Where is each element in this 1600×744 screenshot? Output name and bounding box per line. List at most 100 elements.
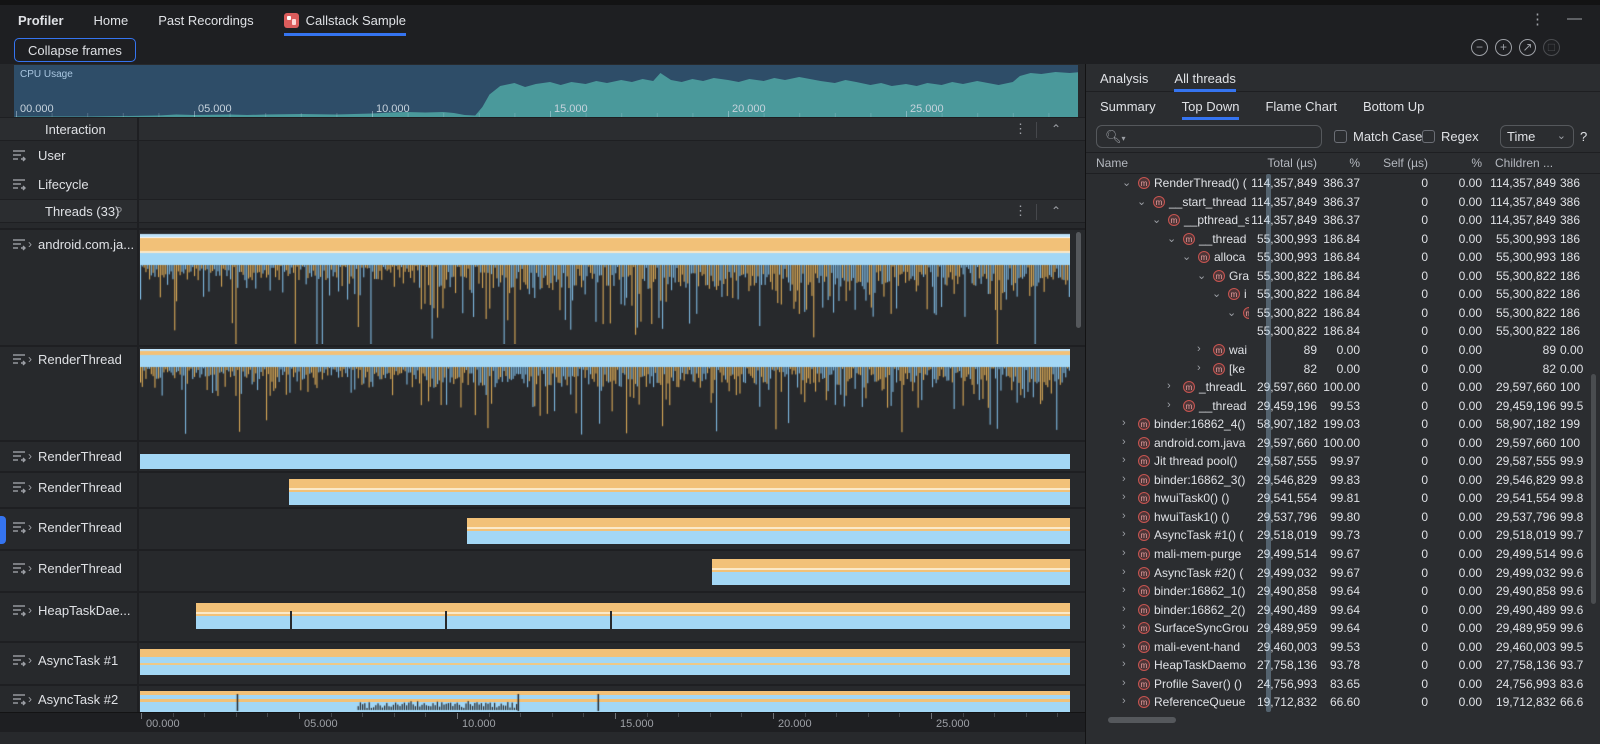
chevron-right-icon[interactable]: › <box>1122 510 1126 522</box>
chevron-right-icon[interactable]: › <box>28 692 32 706</box>
table-row[interactable]: ›mAsyncTask #2() (29,499,03299.6700.0029… <box>1086 564 1600 583</box>
col-total-pct[interactable]: % <box>1349 156 1360 170</box>
zoom-out-button[interactable]: − <box>1471 39 1488 56</box>
thread-activity-track[interactable] <box>140 232 1070 344</box>
match-case-checkbox[interactable] <box>1334 130 1347 143</box>
thread-state-bar[interactable] <box>289 479 1070 505</box>
chevron-right-icon[interactable]: › <box>1122 584 1126 596</box>
col-name[interactable]: Name <box>1096 156 1128 170</box>
collapse-frames-button[interactable]: Collapse frames <box>14 38 136 62</box>
chevron-right-icon[interactable]: › <box>1122 436 1126 448</box>
thread-state-bar[interactable] <box>712 559 1070 585</box>
table-row[interactable]: ›mwai890.0000.00890.00 <box>1086 341 1600 360</box>
kebab-menu-icon[interactable]: ⋮ <box>1014 203 1027 219</box>
left-vertical-scrollbar[interactable] <box>1076 232 1081 328</box>
table-row[interactable]: ›mJit thread pool()29,587,55599.9700.002… <box>1086 452 1600 471</box>
tab-past-recordings[interactable]: Past Recordings <box>158 5 253 36</box>
table-row[interactable]: ›mmali-event-hand29,460,00399.5300.0029,… <box>1086 638 1600 657</box>
filter-dropdown[interactable]: Time ⌄ <box>1500 125 1574 148</box>
table-row[interactable]: 55,300,822186.8400.0055,300,822186 <box>1086 322 1600 341</box>
subtab-top-down[interactable]: Top Down <box>1182 92 1240 120</box>
chevron-right-icon[interactable]: › <box>1167 399 1171 411</box>
thread-row-renderthread[interactable]: ›RenderThread <box>0 345 1085 440</box>
interaction-section-header[interactable]: Interaction ⋮ ⌃ <box>0 117 1085 141</box>
chevron-right-icon[interactable]: › <box>1167 380 1171 392</box>
chevron-down-icon[interactable]: ⌄ <box>1182 250 1191 263</box>
table-row[interactable]: ›mSurfaceSyncGrou29,489,95999.6400.0029,… <box>1086 619 1600 638</box>
thread-row-renderthread[interactable]: ›RenderThread <box>0 471 1085 507</box>
chevron-right-icon[interactable]: › <box>28 480 32 494</box>
table-row[interactable]: ⌄mi55,300,822186.8400.0055,300,822186 <box>1086 285 1600 304</box>
chevron-down-icon[interactable]: ⌄ <box>1137 195 1146 208</box>
tab-analysis[interactable]: Analysis <box>1100 64 1148 92</box>
table-row[interactable]: ›mbinder:16862_3()29,546,82999.8300.0029… <box>1086 471 1600 490</box>
chevron-right-icon[interactable]: › <box>1122 695 1126 707</box>
thread-state-bar[interactable] <box>196 603 1070 629</box>
table-row[interactable]: ⌄m__pthread_s114,357,849386.3700.00114,3… <box>1086 211 1600 230</box>
chevron-right-icon[interactable]: › <box>1122 528 1126 540</box>
regex-checkbox[interactable] <box>1422 130 1435 143</box>
tab-all-threads[interactable]: All threads <box>1174 64 1235 92</box>
collapse-section-icon[interactable]: ⌃ <box>1051 204 1061 218</box>
interaction-row-lifecycle[interactable]: Lifecycle <box>0 171 1085 200</box>
chevron-right-icon[interactable]: › <box>28 352 32 366</box>
chevron-right-icon[interactable]: › <box>28 603 32 617</box>
thread-row-renderthread[interactable]: ›RenderThread <box>0 549 1085 591</box>
chevron-right-icon[interactable]: › <box>28 237 32 251</box>
chevron-down-icon[interactable]: ⌄ <box>1167 232 1176 245</box>
chevron-right-icon[interactable]: › <box>1122 491 1126 503</box>
table-row[interactable]: ›mbinder:16862_2()29,490,48999.6400.0029… <box>1086 601 1600 620</box>
thread-row-heaptaskdae-[interactable]: ›HeapTaskDae... <box>0 591 1085 641</box>
table-row[interactable]: ⌄malloca55,300,993186.8400.0055,300,9931… <box>1086 248 1600 267</box>
chevron-right-icon[interactable]: › <box>1122 640 1126 652</box>
thread-state-bar[interactable] <box>140 649 1070 675</box>
subtab-summary[interactable]: Summary <box>1100 92 1156 120</box>
table-row[interactable]: ›mbinder:16862_4()58,907,182199.0300.005… <box>1086 415 1600 434</box>
chevron-right-icon[interactable]: › <box>1122 603 1126 615</box>
chevron-right-icon[interactable]: › <box>1122 566 1126 578</box>
table-row[interactable]: ›mReferenceQueue19,712,83266.6000.0019,7… <box>1086 693 1600 712</box>
chevron-down-icon[interactable]: ⌄ <box>1122 176 1131 189</box>
threads-section-header[interactable]: Threads (33) ? ⋮ ⌃ <box>0 199 1085 223</box>
thread-row-renderthread[interactable]: ›RenderThread <box>0 440 1085 471</box>
horizontal-scrollbar[interactable] <box>1108 717 1176 723</box>
table-row[interactable]: ›m__thread29,459,19699.5300.0029,459,196… <box>1086 397 1600 416</box>
kebab-menu-icon[interactable]: ⋮ <box>1530 10 1545 28</box>
table-row[interactable]: ⌄m__start_thread114,357,849386.3700.0011… <box>1086 193 1600 212</box>
chevron-down-icon[interactable]: ⌄ <box>1212 287 1221 300</box>
tab-home[interactable]: Home <box>94 5 129 36</box>
table-row[interactable]: ›mmali-mem-purge29,499,51499.6700.0029,4… <box>1086 545 1600 564</box>
chevron-right-icon[interactable]: › <box>1122 621 1126 633</box>
table-row[interactable]: ⌄m__thread55,300,993186.8400.0055,300,99… <box>1086 230 1600 249</box>
chevron-right-icon[interactable]: › <box>28 653 32 667</box>
cpu-usage-chart[interactable]: CPU Usage 00.00005.00010.00015.00020.000… <box>14 65 1078 117</box>
subtab-flame-chart[interactable]: Flame Chart <box>1265 92 1337 120</box>
zoom-in-button[interactable]: + <box>1495 39 1512 56</box>
chevron-right-icon[interactable]: › <box>1197 343 1201 355</box>
chevron-right-icon[interactable]: › <box>1122 473 1126 485</box>
match-case-label[interactable]: Match Case <box>1353 129 1422 144</box>
table-row[interactable]: ›mbinder:16862_1()29,490,85899.6400.0029… <box>1086 582 1600 601</box>
chevron-right-icon[interactable]: › <box>28 520 32 534</box>
col-self[interactable]: Self (µs) <box>1383 156 1428 170</box>
table-row[interactable]: ›m_threadL29,597,660100.0000.0029,597,66… <box>1086 378 1600 397</box>
right-vertical-scrollbar[interactable] <box>1591 374 1596 604</box>
chevron-right-icon[interactable]: › <box>1122 417 1126 429</box>
thread-state-bar[interactable] <box>467 518 1070 544</box>
help-icon[interactable]: ? <box>1580 129 1587 144</box>
chevron-down-icon[interactable]: ⌄ <box>1197 269 1206 282</box>
table-row[interactable]: ›mHeapTaskDaemo27,758,13693.7800.0027,75… <box>1086 656 1600 675</box>
collapse-section-icon[interactable]: ⌃ <box>1051 122 1061 136</box>
thread-state-bar[interactable] <box>140 691 1070 712</box>
table-row[interactable]: ›mAsyncTask #1() (29,518,01999.7300.0029… <box>1086 526 1600 545</box>
reset-zoom-button[interactable]: ↗ <box>1519 39 1536 56</box>
tab-callstack-sample[interactable]: Callstack Sample <box>284 5 406 36</box>
table-row[interactable]: ⌄mRenderThread() (114,357,849386.3700.00… <box>1086 174 1600 193</box>
thread-state-bar[interactable] <box>140 454 1070 469</box>
subtab-bottom-up[interactable]: Bottom Up <box>1363 92 1424 120</box>
table-row[interactable]: ›mhwuiTask0() ()29,541,55499.8100.0029,5… <box>1086 489 1600 508</box>
minimize-icon[interactable]: — <box>1567 10 1582 28</box>
interaction-row-user[interactable]: User <box>0 142 1085 171</box>
thread-row-asynctask-#1[interactable]: ›AsyncTask #1 <box>0 641 1085 684</box>
thread-row-renderthread[interactable]: ›RenderThread <box>0 507 1085 549</box>
